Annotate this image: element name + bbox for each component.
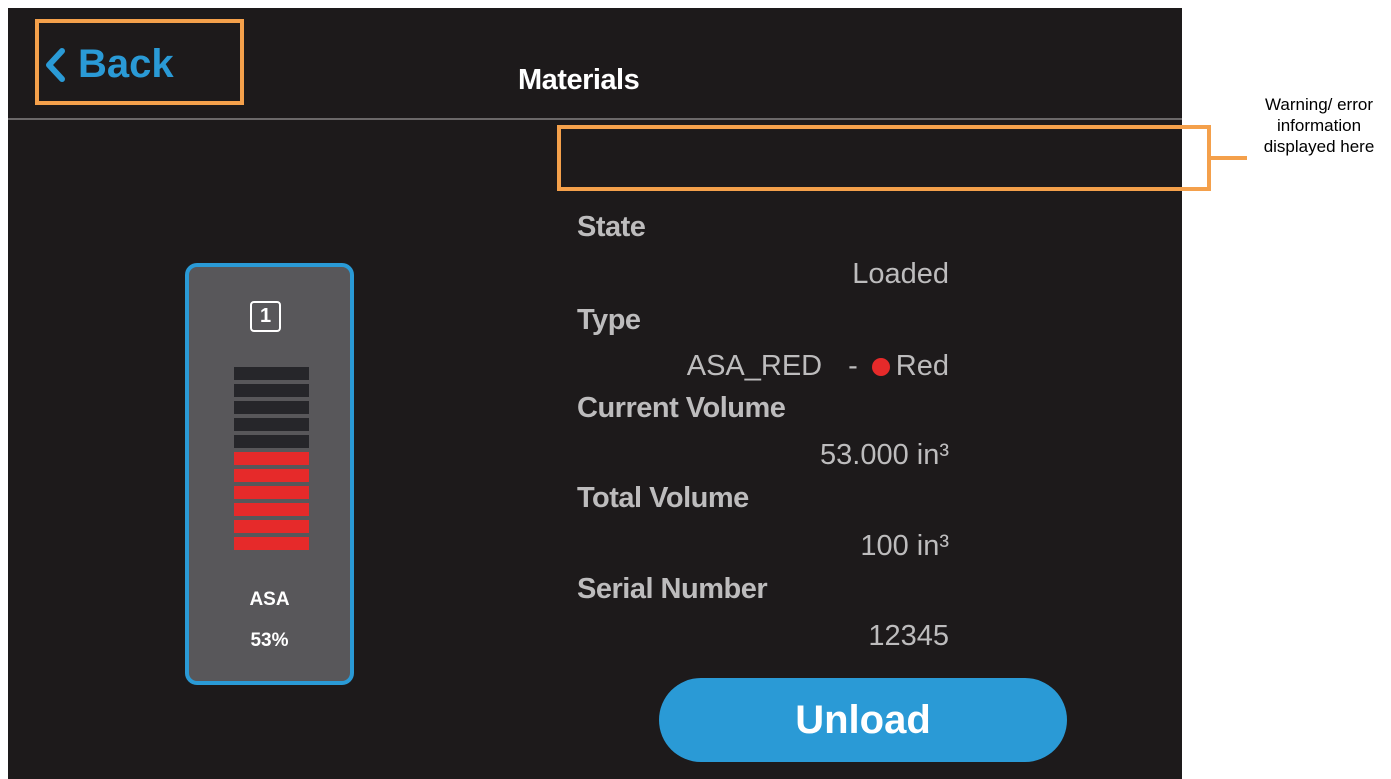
total-volume-value: 100 in³ xyxy=(860,530,949,562)
materials-screen: Back Materials 1 ASA 53% State Loaded Ty… xyxy=(8,8,1182,779)
material-cartridge[interactable]: 1 ASA 53% xyxy=(185,263,354,685)
serial-number-label: Serial Number xyxy=(577,573,768,605)
level-segment-filled xyxy=(234,537,309,550)
level-segment-filled xyxy=(234,520,309,533)
level-segment-empty xyxy=(234,384,309,397)
level-segment-empty xyxy=(234,367,309,380)
callout-connector xyxy=(1211,156,1247,160)
header-divider xyxy=(8,118,1182,120)
serial-number-value: 12345 xyxy=(868,620,949,652)
state-value: Loaded xyxy=(852,258,949,290)
slot-number-badge: 1 xyxy=(250,301,281,332)
type-value-row: ASA_RED - Red xyxy=(687,350,949,383)
type-label: Type xyxy=(577,304,641,336)
level-segment-filled xyxy=(234,452,309,465)
level-segment-empty xyxy=(234,435,309,448)
level-segment-filled xyxy=(234,486,309,499)
level-segment-filled xyxy=(234,469,309,482)
material-level-bar xyxy=(234,367,309,554)
total-volume-label: Total Volume xyxy=(577,482,749,514)
cartridge-fill-percent: 53% xyxy=(250,630,289,651)
type-value: ASA_RED xyxy=(686,350,823,382)
back-callout-frame xyxy=(35,19,244,105)
warning-annotation: Warning/ error information displayed her… xyxy=(1263,95,1375,156)
warning-callout-frame xyxy=(557,125,1211,191)
level-segment-empty xyxy=(234,418,309,431)
page-title-text: Materials xyxy=(518,64,640,96)
level-segment-filled xyxy=(234,503,309,516)
unload-button[interactable]: Unload xyxy=(659,678,1067,762)
cartridge-material-name: ASA xyxy=(249,589,290,610)
current-volume-value: 53.000 in³ xyxy=(820,439,949,471)
state-label: State xyxy=(577,211,646,243)
current-volume-label: Current Volume xyxy=(577,392,786,424)
color-name: Red xyxy=(895,350,949,382)
color-dot-icon xyxy=(871,357,890,376)
level-segment-empty xyxy=(234,401,309,414)
type-separator: - xyxy=(848,350,858,382)
